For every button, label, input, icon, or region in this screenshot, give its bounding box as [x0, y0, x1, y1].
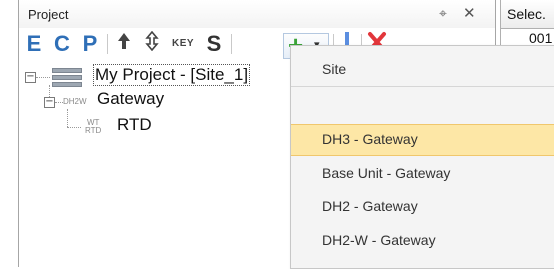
menu-item-label: DH2-W - Gateway	[322, 232, 436, 248]
c-button[interactable]: C	[51, 31, 73, 57]
menu-item-base-unit-gateway[interactable]: Base Unit - Gateway	[291, 159, 554, 189]
tree-connector	[67, 127, 81, 128]
tree-connector	[67, 109, 68, 127]
menu-item-label: DH3 - Gateway	[322, 131, 418, 147]
grid-column-header[interactable]: Selec.	[500, 0, 554, 29]
toolbar-separator	[231, 34, 232, 54]
add-dropdown-menu: Site DH3 - Gateway Base Unit - Gateway D…	[290, 45, 554, 269]
menu-header-site: Site	[291, 61, 554, 81]
grid-cell[interactable]: 001	[500, 29, 554, 46]
pin-icon[interactable]: ⌖	[439, 5, 447, 22]
menu-item-label: Base Unit - Gateway	[322, 165, 451, 181]
key-button[interactable]: KEY	[169, 31, 197, 57]
e-button[interactable]: E	[23, 31, 45, 57]
move-icon[interactable]	[141, 30, 163, 57]
menu-separator	[291, 86, 554, 87]
toolbar-separator	[107, 34, 108, 54]
tree-root-label[interactable]: My Project - [Site_1]	[93, 64, 251, 86]
menu-item-dh3-gateway[interactable]: DH3 - Gateway	[291, 124, 554, 156]
menu-header-label: Site	[322, 61, 347, 77]
grid-header-label: Selec.	[507, 6, 546, 22]
tree-connector	[55, 102, 63, 103]
collapse-icon[interactable]: −	[25, 72, 36, 83]
p-button[interactable]: P	[79, 31, 101, 57]
close-icon[interactable]: ✕	[463, 4, 476, 22]
menu-item-dh2-gateway[interactable]: DH2 - Gateway	[291, 192, 554, 222]
arrow-up-icon[interactable]	[113, 31, 135, 57]
project-icon	[52, 68, 82, 87]
panel-title: Project	[28, 7, 69, 22]
tree-gateway-label[interactable]: Gateway	[97, 89, 164, 109]
menu-item-label: DH2 - Gateway	[322, 198, 418, 214]
project-tree: − My Project - [Site_1] − DH2W Gateway W…	[19, 61, 289, 267]
gateway-icon: DH2W	[63, 97, 87, 106]
collapse-icon[interactable]: −	[44, 97, 55, 108]
tree-connector	[36, 77, 50, 78]
s-button[interactable]: S	[203, 31, 225, 57]
menu-item-dh2w-gateway[interactable]: DH2-W - Gateway	[291, 226, 554, 256]
tree-rtd-label[interactable]: RTD	[117, 115, 152, 135]
panel-titlebar: Project ⌖ ✕	[19, 0, 495, 28]
rtd-icon-bottom: RTD	[85, 126, 102, 135]
grid-cell-value: 001	[529, 30, 553, 46]
